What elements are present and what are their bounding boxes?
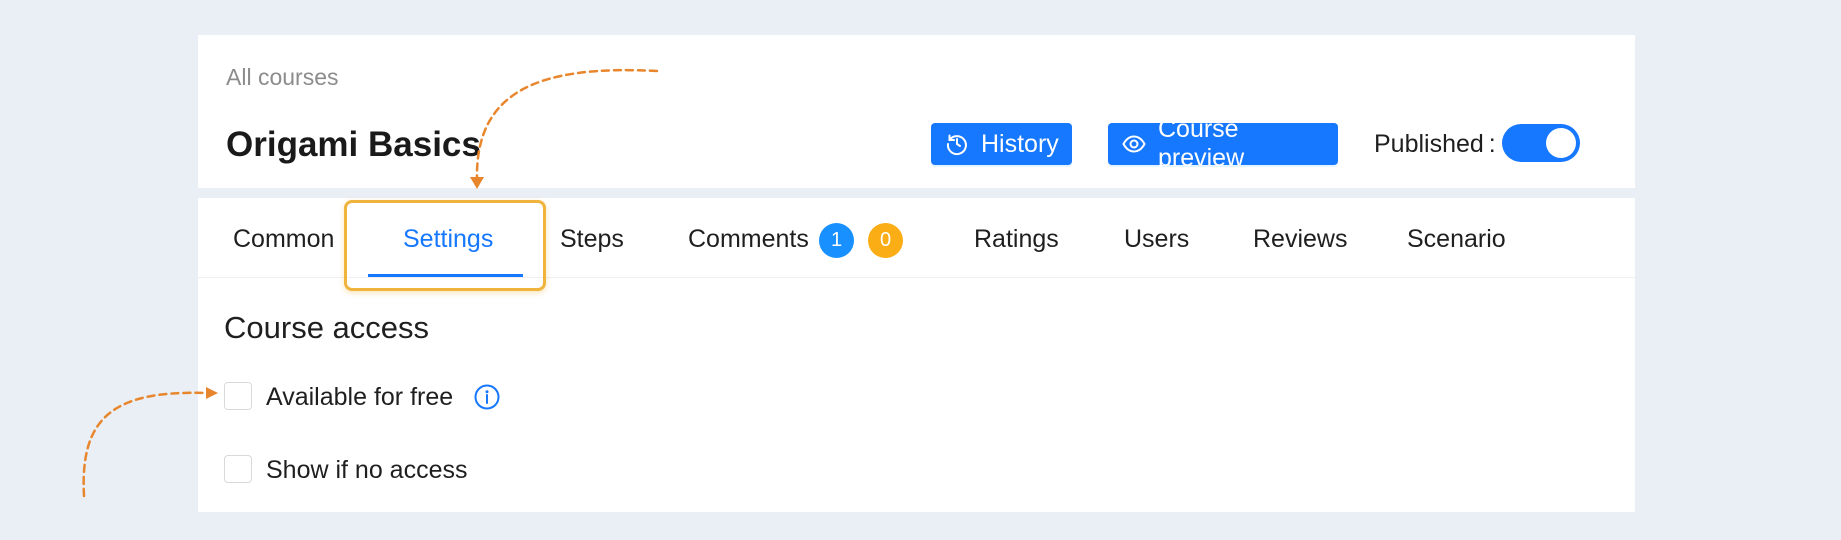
eye-icon — [1122, 132, 1146, 156]
course-access-heading: Course access — [224, 310, 430, 345]
course-header: All courses Origami Basics History Cours… — [198, 35, 1635, 188]
tab-users[interactable]: Users — [1124, 225, 1189, 254]
comments-count-badge: 1 — [819, 223, 854, 258]
tab-ratings[interactable]: Ratings — [974, 225, 1059, 254]
settings-tab-highlight — [344, 200, 546, 291]
course-preview-button[interactable]: Course preview — [1108, 115, 1338, 172]
tab-steps[interactable]: Steps — [560, 225, 624, 254]
toggle-knob — [1546, 128, 1576, 158]
available-for-free-label[interactable]: Available for free — [266, 383, 453, 412]
settings-panel: Common Settings Steps Comments 1 0 Ratin… — [198, 198, 1635, 512]
history-icon — [945, 132, 969, 156]
tab-scenario[interactable]: Scenario — [1407, 225, 1506, 254]
page-title: Origami Basics — [226, 125, 481, 164]
breadcrumb-all-courses[interactable]: All courses — [226, 64, 338, 91]
show-if-no-access-label[interactable]: Show if no access — [266, 456, 468, 485]
course-preview-button-label: Course preview — [1158, 115, 1245, 172]
info-circle-icon[interactable] — [474, 384, 500, 410]
tab-reviews[interactable]: Reviews — [1253, 225, 1347, 254]
show-if-no-access-checkbox[interactable] — [224, 455, 252, 483]
tab-comments[interactable]: Comments — [688, 225, 809, 254]
comments-pending-badge: 0 — [868, 223, 903, 258]
published-label: Published : — [1374, 130, 1496, 158]
history-button[interactable]: History — [931, 123, 1072, 165]
available-for-free-checkbox[interactable] — [224, 382, 252, 410]
tab-common[interactable]: Common — [233, 225, 334, 254]
history-button-label: History — [981, 129, 1059, 158]
arrow-to-free-checkbox — [82, 391, 208, 498]
tab-bar: Common Settings Steps Comments 1 0 Ratin… — [198, 198, 1635, 291]
published-toggle[interactable] — [1502, 124, 1580, 162]
